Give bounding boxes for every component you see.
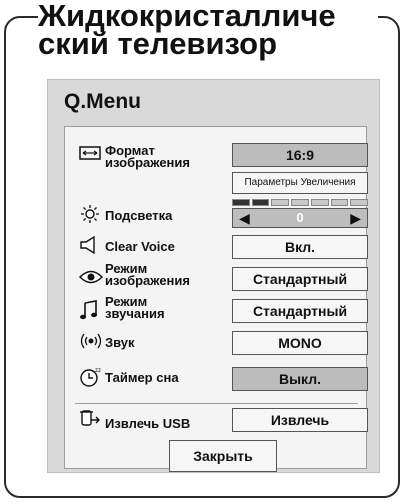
sound-mode-value-button[interactable]: Стандартный <box>232 299 368 323</box>
menu-row-backlight: Подсветка ◀ 0 ▶ <box>65 199 369 229</box>
aspect-ratio-icon <box>79 145 101 167</box>
sound-waves-icon <box>79 332 102 354</box>
backlight-value-box: ◀ 0 ▶ <box>232 208 368 228</box>
menu-row-clear-voice: Clear Voice Вкл. <box>65 231 368 261</box>
menu-row-sleep-timer: zz Таймер сна Выкл. <box>65 363 368 393</box>
menu-label-usb-eject: Извлечь USB <box>105 416 191 431</box>
usb-eject-icon <box>79 408 101 430</box>
sleep-timer-value-button[interactable]: Выкл. <box>232 367 368 391</box>
menu-label-sleep-timer: Таймер сна <box>105 370 179 385</box>
manual-title-line-2: ский телевизор <box>38 26 278 61</box>
menu-row-sound-mode: Режим звучания Стандартный <box>65 295 368 325</box>
menu-label-sound-mode: Режим звучания <box>105 295 165 321</box>
menu-row-picture-mode: Режим изображения Стандартный <box>65 262 368 293</box>
menu-row-sound: Звук MONO <box>65 327 368 357</box>
sleep-timer-icon: zz <box>79 366 101 388</box>
backlight-value: 0 <box>296 210 304 225</box>
clear-voice-value-button[interactable]: Вкл. <box>232 235 368 259</box>
manual-title: Жидкокристалличе ский телевизор <box>38 0 378 68</box>
menu-label-aspect-line2: изображения <box>105 155 190 170</box>
svg-text:zz: zz <box>95 368 101 374</box>
backlight-increase-arrow[interactable]: ▶ <box>350 209 361 227</box>
close-button[interactable]: Закрыть <box>169 440 277 472</box>
menu-label-backlight: Подсветка <box>105 208 173 223</box>
menu-label-picture-mode: Режим изображения <box>105 262 190 288</box>
menu-row-usb-eject: Извлечь USB Извлечь <box>65 405 368 435</box>
music-note-icon <box>79 299 101 321</box>
menu-row-aspect: Формат изображения 16:9 Параметры Увелич… <box>65 139 368 194</box>
picture-mode-value-button[interactable]: Стандартный <box>232 267 368 291</box>
menu-label-clear-voice: Clear Voice <box>105 239 175 254</box>
sound-value-button[interactable]: MONO <box>232 331 368 355</box>
backlight-icon <box>79 203 101 225</box>
menu-divider <box>75 403 358 404</box>
menu-label-picture-mode-line2: изображения <box>105 273 190 288</box>
speaker-icon <box>79 235 101 257</box>
backlight-level-bars <box>232 199 369 206</box>
qmenu-title: Q.Menu <box>64 90 141 113</box>
zoom-settings-button[interactable]: Параметры Увеличения <box>232 172 368 194</box>
qmenu-panel: Формат изображения 16:9 Параметры Увелич… <box>64 126 369 472</box>
menu-label-sound: Звук <box>105 335 135 350</box>
usb-eject-value-button[interactable]: Извлечь <box>232 408 368 432</box>
eye-icon <box>79 269 103 291</box>
qmenu-screen: Q.Menu Формат изображения 16:9 Параметры… <box>47 79 380 473</box>
backlight-slider[interactable]: ◀ 0 ▶ <box>232 199 369 229</box>
menu-label-sound-mode-line2: звучания <box>105 306 165 321</box>
aspect-value-button[interactable]: 16:9 <box>232 143 368 167</box>
menu-label-aspect: Формат изображения <box>105 144 190 170</box>
